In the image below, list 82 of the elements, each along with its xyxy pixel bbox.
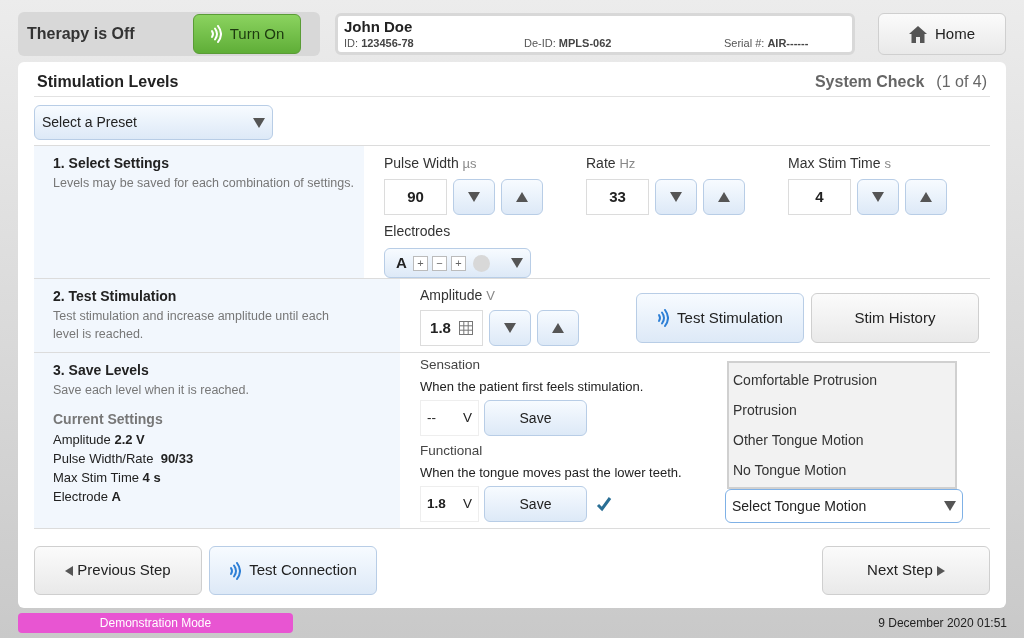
electrode-contact: +	[450, 255, 466, 271]
tongue-motion-option[interactable]: Other Tongue Motion	[729, 425, 955, 455]
current-setting: Pulse Width/Rate 90/33	[53, 449, 195, 468]
test-connection-button[interactable]: Test Connection	[209, 546, 377, 595]
section-title: 2. Test Stimulation	[53, 287, 178, 306]
patient-field: Serial #: AIR------	[724, 36, 809, 50]
decrease-button[interactable]	[857, 179, 899, 215]
previous-step-button[interactable]: Previous Step	[34, 546, 202, 595]
tongue-motion-dropdown[interactable]: Select Tongue Motion	[725, 489, 963, 523]
checkmark-icon	[596, 496, 612, 512]
patient-field: ID: 123456-78	[344, 36, 524, 50]
section-title: 1. Select Settings	[53, 154, 170, 173]
section-description: Test stimulation and increase amplitude until each level is reached.	[53, 308, 330, 343]
increase-button[interactable]	[703, 179, 745, 215]
value-field[interactable]: 4	[788, 179, 851, 215]
tongue-motion-option[interactable]: Protrusion	[729, 395, 955, 425]
value-field[interactable]: 33	[586, 179, 649, 215]
voltage-field[interactable]: -- V	[420, 400, 479, 436]
value-field[interactable]: 90	[384, 179, 447, 215]
wireless-signal-icon	[657, 309, 670, 327]
value-field[interactable]: 1.8	[420, 310, 483, 346]
therapy-status: Therapy is Off	[27, 24, 135, 44]
date-time: 9 December 2020 01:51	[878, 615, 1007, 632]
home-icon	[909, 25, 927, 43]
level-hint: When the patient first feels stimulation.	[420, 378, 645, 396]
decrease-button[interactable]	[453, 179, 495, 215]
caret-down-icon	[468, 192, 480, 202]
increase-button[interactable]	[501, 179, 543, 215]
stim-history-button[interactable]: Stim History	[811, 293, 979, 343]
panel-title: Stimulation Levels	[37, 72, 179, 92]
test-stimulation-button[interactable]: Test Stimulation	[636, 293, 804, 343]
increase-button[interactable]	[537, 310, 579, 346]
increase-button[interactable]	[905, 179, 947, 215]
caret-right-icon	[936, 565, 945, 576]
caret-down-icon	[872, 192, 884, 202]
caret-down-icon	[944, 501, 956, 511]
step-name: System Check	[814, 72, 925, 92]
save-button[interactable]: Save	[484, 400, 587, 436]
preset-dropdown[interactable]: Select a Preset	[34, 105, 273, 140]
caret-down-icon	[511, 258, 523, 268]
patient-name: John Doe	[344, 18, 414, 36]
electrode-contact: −	[431, 255, 447, 271]
caret-up-icon	[552, 323, 564, 333]
electrodes-dropdown[interactable]: A + − +	[384, 248, 531, 278]
turn-on-button[interactable]: Turn On	[193, 14, 301, 54]
section-description: Save each level when it is reached.	[53, 382, 250, 399]
next-step-button[interactable]: Next Step	[822, 546, 990, 595]
patient-field: De-ID: MPLS-062	[524, 36, 724, 50]
keypad-icon	[458, 321, 473, 335]
wireless-signal-icon	[209, 25, 222, 43]
electrode-contact: +	[412, 255, 428, 271]
caret-down-icon	[670, 192, 682, 202]
caret-up-icon	[516, 192, 528, 202]
caret-left-icon	[65, 565, 74, 576]
setting-label: Amplitude V	[420, 286, 496, 305]
current-setting: Amplitude 2.2 V	[53, 430, 146, 449]
level-hint: When the tongue moves past the lower teeth.	[420, 464, 683, 482]
electrodes-label: Electrodes	[384, 222, 452, 241]
setting-label: Max Stim Time s	[788, 154, 892, 173]
current-setting: Electrode A	[53, 487, 122, 506]
decrease-button[interactable]	[655, 179, 697, 215]
section-title: 3. Save Levels	[53, 361, 150, 380]
tongue-motion-option[interactable]: Comfortable Protrusion	[729, 365, 955, 395]
level-label: Sensation	[420, 356, 482, 374]
caret-up-icon	[718, 192, 730, 202]
home-button[interactable]: Home	[878, 13, 1006, 55]
save-button[interactable]: Save	[484, 486, 587, 522]
step-count: (1 of 4)	[936, 72, 987, 92]
caret-up-icon	[920, 192, 932, 202]
decrease-button[interactable]	[489, 310, 531, 346]
section-description: Levels may be saved for each combination of settings.	[53, 175, 355, 192]
current-setting: Max Stim Time 4 s	[53, 468, 162, 487]
wireless-signal-icon	[229, 561, 242, 580]
setting-label: Rate Hz	[586, 154, 637, 173]
tongue-motion-option[interactable]: No Tongue Motion	[729, 455, 955, 485]
setting-label: Pulse Width µs	[384, 154, 478, 173]
caret-down-icon	[504, 323, 516, 333]
level-label: Functional	[420, 442, 484, 460]
demonstration-mode-badge: Demonstration Mode	[18, 613, 293, 633]
current-settings-heading: Current Settings	[53, 409, 164, 429]
voltage-field[interactable]: 1.8 V	[420, 486, 479, 522]
caret-down-icon	[253, 117, 265, 128]
